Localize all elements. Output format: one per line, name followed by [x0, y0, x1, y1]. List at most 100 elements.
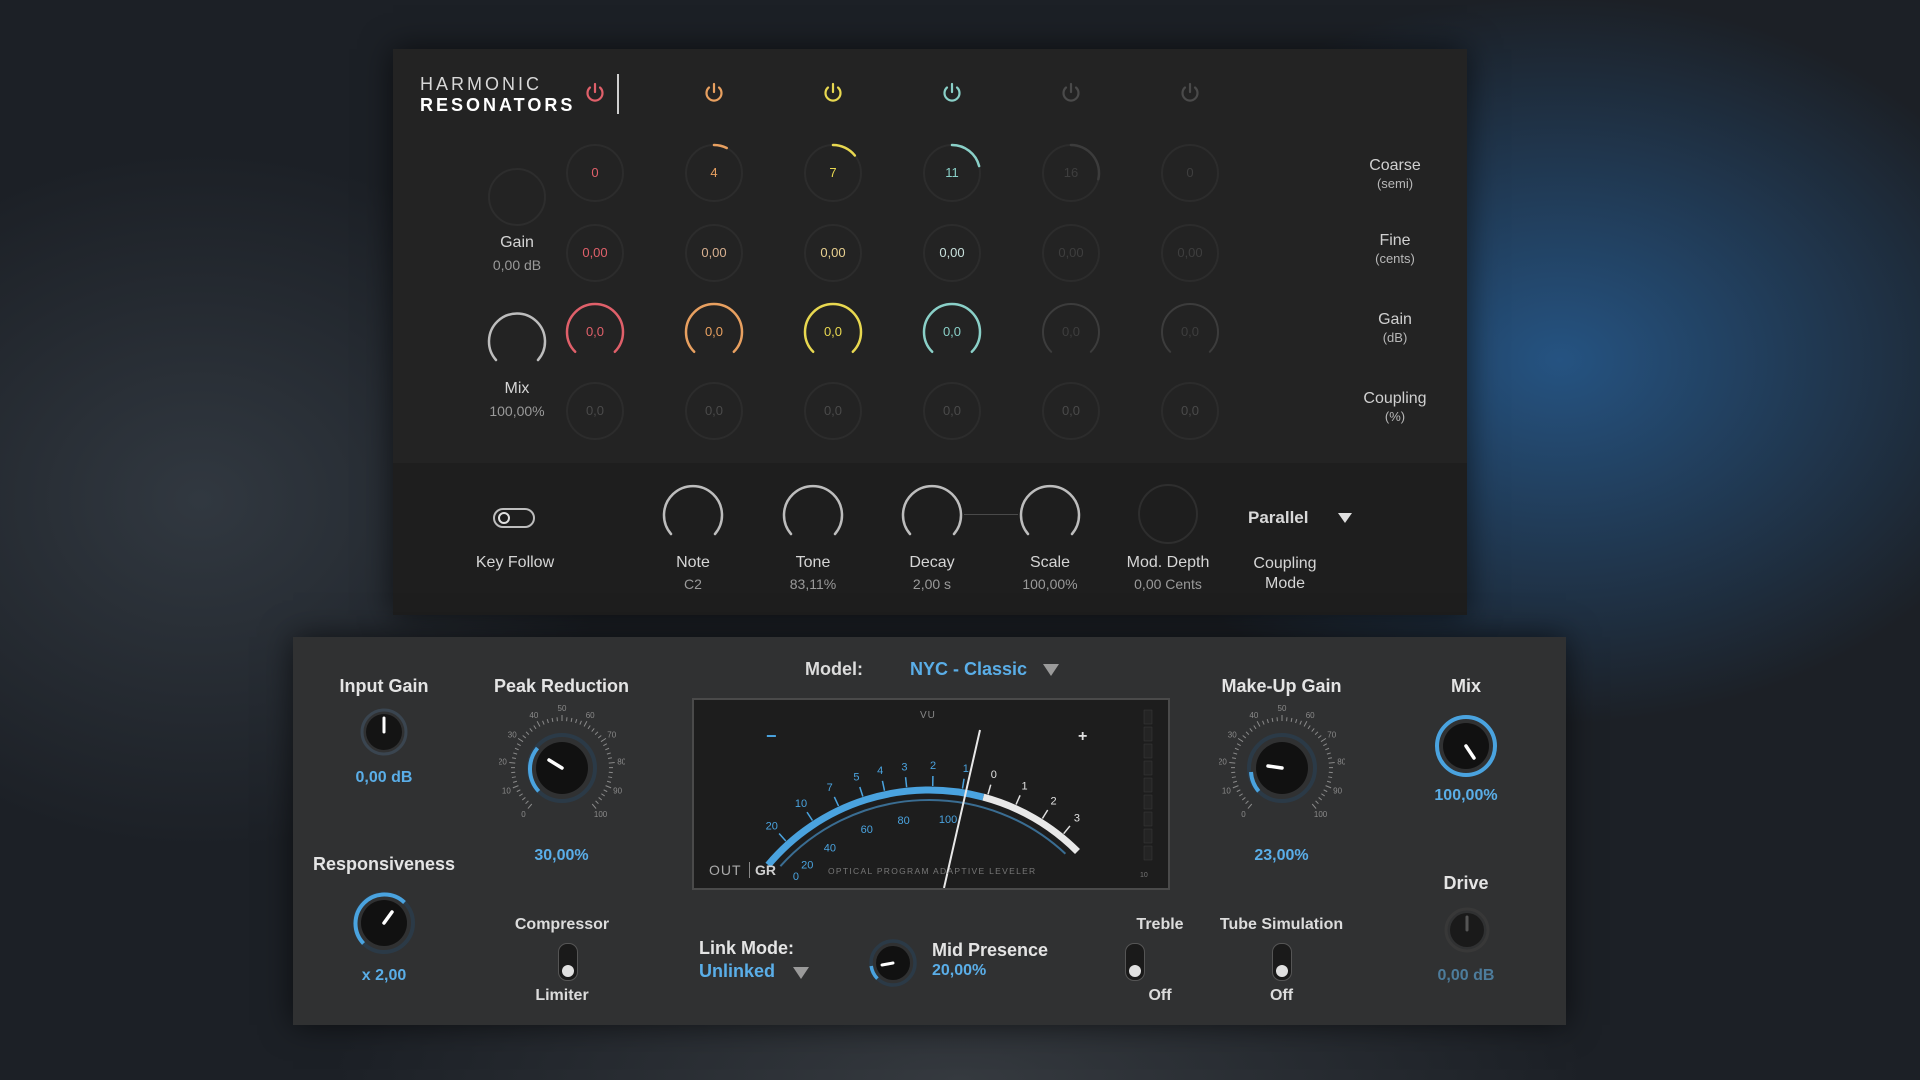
- vu-top-tick: [1015, 795, 1021, 805]
- row-label-gain: Gain (dB): [1340, 311, 1450, 347]
- peak-reduction-dial-tick-label: 0: [521, 810, 526, 819]
- panel-title-line2: RESONATORS: [420, 95, 576, 115]
- resonator-6-coupling-value: 0,0: [1180, 403, 1200, 418]
- model-dropdown-value[interactable]: NYC - Classic: [910, 659, 1027, 680]
- resonator-4-gain-value: 0,0: [942, 324, 962, 339]
- fine-label: Fine: [1379, 232, 1411, 249]
- peak-reduction-dial-tick-label: 10: [502, 786, 511, 795]
- link-mode-dropdown-arrow-icon[interactable]: [793, 967, 809, 979]
- resonator-6-power-icon[interactable]: [1178, 81, 1202, 105]
- treble-toggle[interactable]: [1125, 943, 1145, 981]
- vu-side-bar-segment: [1143, 726, 1153, 742]
- title-divider: [617, 74, 619, 114]
- scale-value: 100,00%: [1022, 576, 1078, 592]
- peak-reduction-knob[interactable]: [526, 732, 598, 804]
- makeup-gain-dial-tick-label: 100: [1314, 810, 1328, 819]
- vu-top-scale-label: 10: [795, 798, 807, 810]
- peak-reduction-dial-tick-label: 90: [613, 786, 622, 795]
- resonator-5-coarse-value: 16: [1063, 165, 1079, 180]
- vu-side-bar-segment: [1143, 709, 1153, 725]
- resonator-4-power-icon[interactable]: [940, 81, 964, 105]
- key-follow-toggle[interactable]: [493, 508, 535, 528]
- drive-label: Drive: [1443, 873, 1489, 893]
- note-label: Note: [676, 554, 710, 571]
- makeup-gain-dial-tick-label: 20: [1219, 758, 1227, 767]
- vu-needle: [943, 729, 981, 888]
- vu-arc-white: [982, 793, 1080, 854]
- resonator-mix-knob[interactable]: [487, 312, 547, 373]
- vu-caption: OPTICAL PROGRAM ADAPTIVE LEVELER: [828, 866, 1037, 876]
- scale-label: Scale: [1029, 554, 1071, 571]
- vu-bottom-scale-label: 20: [801, 860, 813, 872]
- vu-bottom-scale-label: 40: [824, 842, 836, 854]
- resonator-1-gain-value: 0,0: [585, 324, 605, 339]
- peak-reduction-label: Peak Reduction: [493, 676, 630, 696]
- optical-leveler-panel: Input Gain 0,00 dB Peak Reduction 0 10 20 3…: [293, 637, 1566, 1025]
- treble-toggle-dot: [1129, 965, 1141, 977]
- makeup-gain-dial-tick-label: 70: [1327, 730, 1336, 739]
- resonator-2-power-icon[interactable]: [702, 81, 726, 105]
- compressor-limiter-toggle[interactable]: [558, 943, 578, 981]
- vu-top-scale-label: 2: [930, 760, 936, 772]
- resonator-gain-knob[interactable]: [487, 167, 547, 227]
- mix-knob[interactable]: [1434, 714, 1498, 778]
- resonator-1-coupling-value: 0,0: [585, 403, 605, 418]
- peak-reduction-dial-tick-label: 70: [607, 730, 616, 739]
- resonator-3-coarse-value: 7: [829, 165, 837, 180]
- input-gain-value: 0,00 dB: [355, 769, 413, 786]
- vu-out-label[interactable]: OUT: [709, 862, 742, 878]
- mix-value: 100,00%: [1434, 787, 1498, 804]
- vu-top-scale-label: 5: [853, 772, 859, 784]
- peak-reduction-dial-tick-label: 50: [558, 705, 567, 713]
- mid-presence-value: 20,00%: [932, 962, 987, 979]
- decay-knob[interactable]: [900, 482, 964, 546]
- coarse-unit: (semi): [1376, 176, 1414, 191]
- vu-top-tick: [961, 778, 965, 789]
- input-gain-knob[interactable]: [360, 708, 408, 756]
- tube-simulation-toggle[interactable]: [1272, 943, 1292, 981]
- link-mode-dropdown-value[interactable]: Unlinked: [699, 961, 775, 982]
- row-label-coupling: Coupling (%): [1340, 390, 1450, 426]
- coupling-unit: (%): [1384, 409, 1406, 424]
- mod-depth-label: Mod. Depth: [1126, 554, 1210, 571]
- tone-value: 83,11%: [789, 576, 837, 592]
- coupling-mode-dropdown-arrow-icon[interactable]: [1338, 513, 1352, 523]
- scale-knob[interactable]: [1018, 482, 1082, 546]
- decay-value: 2,00 s: [912, 576, 952, 592]
- resonator-5-power-icon[interactable]: [1059, 81, 1083, 105]
- decay-scale-link: [964, 514, 1018, 515]
- vu-top-tick: [859, 786, 864, 797]
- peak-reduction-dial-tick-label: 30: [508, 730, 517, 739]
- vu-side-bar-segment: [1143, 794, 1153, 810]
- vu-side-bar-segment: [1143, 743, 1153, 759]
- resonator-4-coarse-value: 11: [945, 165, 959, 180]
- coupling-mode-label-line1: Coupling: [1253, 555, 1317, 572]
- responsiveness-label: Responsiveness: [312, 854, 456, 874]
- tube-simulation-label: Tube Simulation: [1219, 916, 1344, 933]
- makeup-gain-dial-tick-label: 0: [1241, 810, 1246, 819]
- makeup-gain-dial-tick-label: 50: [1278, 705, 1287, 713]
- note-knob[interactable]: [661, 482, 725, 546]
- vu-title: VU: [920, 710, 936, 721]
- vu-side-bar-segment: [1143, 828, 1153, 844]
- key-follow-toggle-dot: [498, 512, 510, 524]
- coupling-mode-dropdown-value[interactable]: Parallel: [1248, 508, 1309, 528]
- vu-top-scale-label: 2: [1050, 796, 1056, 808]
- mod-depth-value: 0,00 Cents: [1134, 576, 1202, 592]
- drive-knob[interactable]: [1444, 907, 1490, 953]
- makeup-gain-dial-tick-label: 60: [1306, 711, 1315, 720]
- tone-knob[interactable]: [781, 482, 845, 546]
- makeup-gain-knob[interactable]: [1246, 732, 1318, 804]
- mid-presence-knob[interactable]: [868, 938, 918, 988]
- resonator-3-power-icon[interactable]: [821, 81, 845, 105]
- resonator-1-power-icon[interactable]: [583, 81, 607, 105]
- model-dropdown-arrow-icon[interactable]: [1043, 664, 1059, 676]
- responsiveness-knob[interactable]: [352, 891, 416, 955]
- vu-gr-label[interactable]: GR: [755, 862, 776, 878]
- vu-side-bar-segment: [1143, 811, 1153, 827]
- resonator-5-coupling-value: 0,0: [1061, 403, 1081, 418]
- mod-depth-knob[interactable]: [1136, 482, 1200, 546]
- resonator-2-coupling-value: 0,0: [704, 403, 724, 418]
- tube-simulation-value: Off: [1269, 987, 1294, 1004]
- vu-side-bar-segment: [1143, 760, 1153, 776]
